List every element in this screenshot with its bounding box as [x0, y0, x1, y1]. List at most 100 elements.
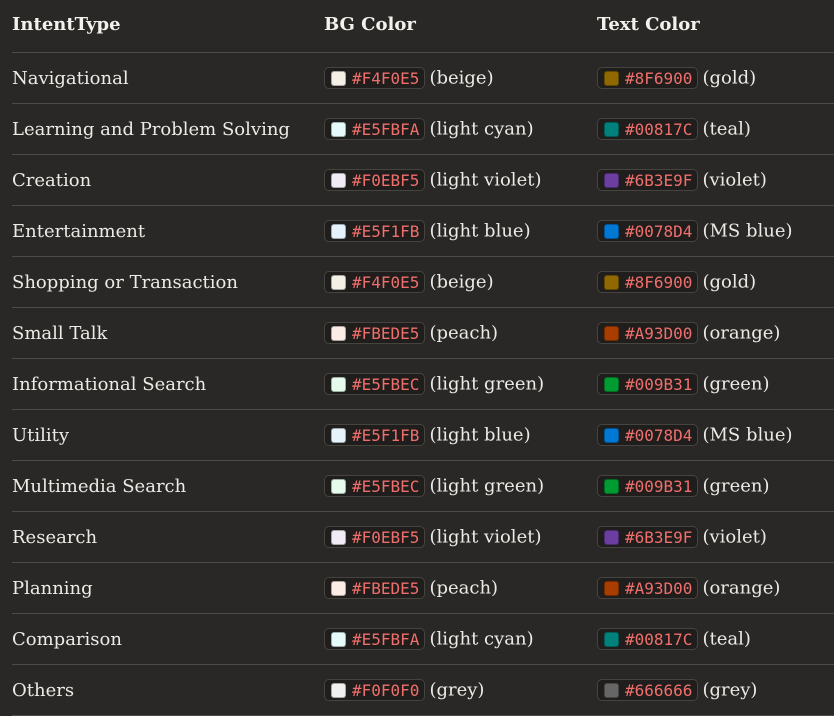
bg-color-chip: #E5F1FB — [324, 424, 426, 446]
bg-color-swatch — [331, 631, 346, 647]
text-color-cell: #009B31 (green) — [597, 460, 834, 512]
bg-color-hex: #E5FBFA — [352, 119, 420, 139]
bg-color-note: (light blue) — [429, 424, 531, 446]
intent-name: Shopping or Transaction — [12, 271, 238, 293]
bg-color-hex: #E5F1FB — [352, 425, 420, 445]
text-color-hex: #0078D4 — [625, 221, 693, 241]
bg-color-note: (light green) — [429, 475, 545, 497]
text-color-chip: #666666 — [597, 679, 699, 701]
text-color-swatch — [604, 223, 619, 239]
bg-color-cell: #F4F0E5 (beige) — [324, 52, 597, 104]
text-color-swatch — [604, 325, 619, 341]
text-color-note: (teal) — [702, 628, 751, 650]
intent-type-cell: Informational Search — [12, 358, 324, 410]
text-color-hex: #A93D00 — [625, 578, 693, 598]
table-row: Comparison #E5FBFA (light cyan) #00817C (t… — [12, 613, 834, 665]
text-color-cell: #0078D4 (MS blue) — [597, 409, 834, 461]
text-color-hex: #0078D4 — [625, 425, 693, 445]
text-color-cell: #A93D00 (orange) — [597, 307, 834, 359]
bg-color-cell: #E5FBFA (light cyan) — [324, 103, 597, 155]
text-color-chip: #A93D00 — [597, 577, 699, 599]
table-row: Research #F0EBF5 (light violet) #6B3E9F (v… — [12, 511, 834, 563]
text-color-swatch — [604, 274, 619, 290]
bg-color-cell: #E5FBEC (light green) — [324, 460, 597, 512]
bg-color-cell: #FBEDE5 (peach) — [324, 562, 597, 614]
bg-color-cell: #FBEDE5 (peach) — [324, 307, 597, 359]
intent-name: Navigational — [12, 67, 129, 89]
text-color-chip: #0078D4 — [597, 220, 699, 242]
intent-name: Entertainment — [12, 220, 146, 242]
table-row: Informational Search #E5FBEC (light green… — [12, 358, 834, 410]
table-row: Planning #FBEDE5 (peach) #A93D00 (orange) — [12, 562, 834, 614]
header-bg-color: BG Color — [324, 0, 597, 53]
bg-color-swatch — [331, 325, 346, 341]
bg-color-note: (peach) — [429, 322, 499, 344]
text-color-swatch — [604, 682, 619, 698]
intent-type-cell: Research — [12, 511, 324, 563]
bg-color-chip: #E5F1FB — [324, 220, 426, 242]
bg-color-swatch — [331, 172, 346, 188]
bg-color-swatch — [331, 121, 346, 137]
text-color-cell: #0078D4 (MS blue) — [597, 205, 834, 257]
text-color-swatch — [604, 478, 619, 494]
text-color-cell: #6B3E9F (violet) — [597, 154, 834, 206]
text-color-swatch — [604, 172, 619, 188]
bg-color-note: (light green) — [429, 373, 545, 395]
bg-color-swatch — [331, 478, 346, 494]
bg-color-note: (light violet) — [429, 526, 542, 548]
text-color-note: (violet) — [702, 526, 767, 548]
text-color-hex: #8F6900 — [625, 68, 693, 88]
bg-color-hex: #FBEDE5 — [352, 323, 420, 343]
bg-color-swatch — [331, 274, 346, 290]
text-color-hex: #009B31 — [625, 476, 693, 496]
table-row: Shopping or Transaction #F4F0E5 (beige) #… — [12, 256, 834, 308]
intent-type-cell: Utility — [12, 409, 324, 461]
text-color-chip: #6B3E9F — [597, 169, 699, 191]
bg-color-cell: #E5FBEC (light green) — [324, 358, 597, 410]
intent-type-cell: Others — [12, 664, 324, 716]
intent-type-cell: Small Talk — [12, 307, 324, 359]
bg-color-chip: #F4F0E5 — [324, 271, 426, 293]
text-color-chip: #0078D4 — [597, 424, 699, 446]
bg-color-note: (beige) — [429, 271, 494, 293]
intent-name: Utility — [12, 424, 70, 446]
intent-type-cell: Learning and Problem Solving — [12, 103, 324, 155]
bg-color-hex: #E5FBEC — [352, 374, 420, 394]
intent-type-cell: Creation — [12, 154, 324, 206]
text-color-swatch — [604, 427, 619, 443]
bg-color-note: (grey) — [429, 679, 485, 701]
text-color-cell: #009B31 (green) — [597, 358, 834, 410]
text-color-note: (green) — [702, 373, 770, 395]
text-color-note: (gold) — [702, 271, 757, 293]
intent-name: Others — [12, 679, 75, 701]
bg-color-hex: #E5F1FB — [352, 221, 420, 241]
bg-color-hex: #F0EBF5 — [352, 170, 420, 190]
header-text-color: Text Color — [597, 0, 834, 53]
text-color-cell: #A93D00 (orange) — [597, 562, 834, 614]
text-color-note: (MS blue) — [702, 424, 793, 446]
text-color-note: (orange) — [702, 322, 781, 344]
bg-color-note: (light cyan) — [429, 628, 534, 650]
table-header-row: IntentType BG Color Text Color — [12, 0, 834, 53]
intent-color-table: IntentType BG Color Text Color Navigatio… — [12, 0, 834, 716]
text-color-hex: #8F6900 — [625, 272, 693, 292]
bg-color-chip: #E5FBFA — [324, 628, 426, 650]
text-color-chip: #A93D00 — [597, 322, 699, 344]
text-color-cell: #8F6900 (gold) — [597, 256, 834, 308]
intent-name: Comparison — [12, 628, 122, 650]
bg-color-swatch — [331, 427, 346, 443]
text-color-chip: #009B31 — [597, 373, 699, 395]
bg-color-cell: #F0F0F0 (grey) — [324, 664, 597, 716]
text-color-note: (orange) — [702, 577, 781, 599]
bg-color-note: (light violet) — [429, 169, 542, 191]
table-row: Entertainment #E5F1FB (light blue) #0078D… — [12, 205, 834, 257]
text-color-swatch — [604, 529, 619, 545]
text-color-hex: #00817C — [625, 629, 693, 649]
bg-color-cell: #E5F1FB (light blue) — [324, 409, 597, 461]
bg-color-note: (peach) — [429, 577, 499, 599]
text-color-note: (grey) — [702, 679, 758, 701]
text-color-chip: #8F6900 — [597, 271, 699, 293]
bg-color-swatch — [331, 70, 346, 86]
intent-name: Learning and Problem Solving — [12, 118, 290, 140]
text-color-hex: #6B3E9F — [625, 527, 693, 547]
